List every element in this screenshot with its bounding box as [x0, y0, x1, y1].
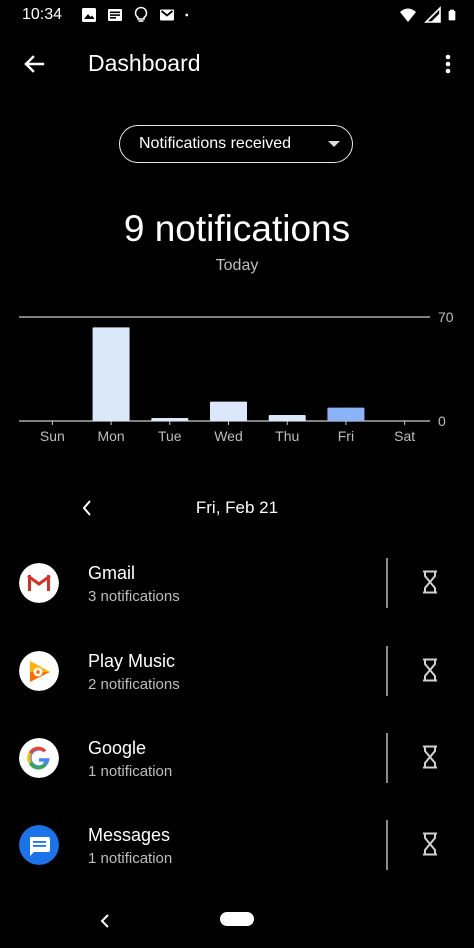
dot-icon [185, 13, 189, 17]
battery-icon [448, 9, 456, 21]
page-title: Dashboard [88, 50, 201, 76]
status-bar: 10:34 [0, 0, 474, 30]
hourglass-icon [423, 658, 437, 682]
app-notification-count: 3 notifications [88, 588, 180, 605]
app-timer-button[interactable] [414, 739, 446, 775]
app-name: Messages [88, 825, 171, 845]
app-timer-button[interactable] [414, 564, 446, 600]
weekly-notifications-chart: 70 0 Sun Mon Tue Wed Thu Fri Sat [0, 300, 474, 460]
wifi-icon [400, 8, 416, 22]
play-music-app-icon [19, 651, 59, 691]
date-navigation: Fri, Feb 21 [0, 490, 474, 526]
app-row-play-music[interactable]: Play Music 2 notifications [0, 628, 474, 714]
news-icon [108, 9, 122, 21]
metric-dropdown[interactable]: Notifications received [119, 125, 353, 163]
x-tick-label: Sun [40, 428, 65, 444]
app-notification-count: 1 notification [88, 763, 173, 780]
app-bar: Dashboard [0, 36, 474, 92]
chart-bar [210, 401, 247, 421]
chart-bar [151, 418, 189, 421]
selected-date: Fri, Feb 21 [195, 498, 279, 517]
row-divider [386, 558, 388, 608]
app-notification-count: 2 notifications [88, 676, 180, 693]
nav-back-button[interactable] [92, 908, 118, 934]
gmail-app-icon [19, 563, 59, 603]
x-tick-label: Sat [394, 428, 415, 444]
x-tick-label: Fri [338, 428, 354, 444]
notification-total: 9 notifications [123, 208, 351, 249]
nav-back-icon [100, 914, 109, 928]
nav-home-pill[interactable] [220, 912, 254, 926]
gmail-icon [160, 9, 174, 21]
app-row-google[interactable]: Google 1 notification [0, 715, 474, 801]
row-divider [386, 733, 388, 783]
system-navigation-bar [0, 900, 474, 948]
metric-dropdown-label: Notifications received [139, 135, 292, 152]
more-options-button[interactable] [434, 46, 462, 82]
app-name: Play Music [88, 651, 176, 671]
chart-bar [327, 407, 365, 421]
caret-down-icon [328, 141, 340, 147]
summary-period: Today [215, 257, 259, 274]
app-name: Google [88, 738, 147, 758]
app-timer-button[interactable] [414, 652, 446, 688]
app-row-gmail[interactable]: Gmail 3 notifications [0, 540, 474, 626]
app-row-messages[interactable]: Messages 1 notification [0, 802, 474, 888]
lightbulb-icon [134, 6, 148, 22]
image-icon [82, 8, 96, 22]
arrow-back-icon [24, 55, 45, 73]
app-timer-button[interactable] [414, 826, 446, 862]
signal-icon [424, 6, 441, 23]
app-name: Gmail [88, 563, 136, 583]
x-tick-label: Wed [214, 428, 243, 444]
hourglass-icon [423, 832, 437, 856]
status-time: 10:34 [22, 6, 63, 23]
hourglass-icon [423, 570, 437, 594]
y-tick-label: 0 [438, 413, 446, 429]
back-button[interactable] [14, 46, 54, 82]
row-divider [386, 820, 388, 870]
row-divider [386, 646, 388, 696]
more-vert-icon [445, 54, 451, 74]
chart-bar [268, 415, 306, 421]
chart-bar [92, 327, 130, 421]
y-tick-label: 70 [438, 309, 454, 325]
x-tick-label: Mon [97, 428, 124, 444]
app-notification-count: 1 notification [88, 850, 173, 867]
status-notification-icons [80, 6, 194, 24]
google-app-icon [19, 738, 59, 778]
chart-canvas: 70 0 Sun Mon Tue Wed Thu Fri Sat [19, 309, 454, 444]
hourglass-icon [423, 745, 437, 769]
x-tick-label: Thu [275, 428, 299, 444]
x-tick-label: Tue [158, 428, 182, 444]
status-system-icons [398, 6, 460, 24]
messages-app-icon [19, 825, 59, 865]
